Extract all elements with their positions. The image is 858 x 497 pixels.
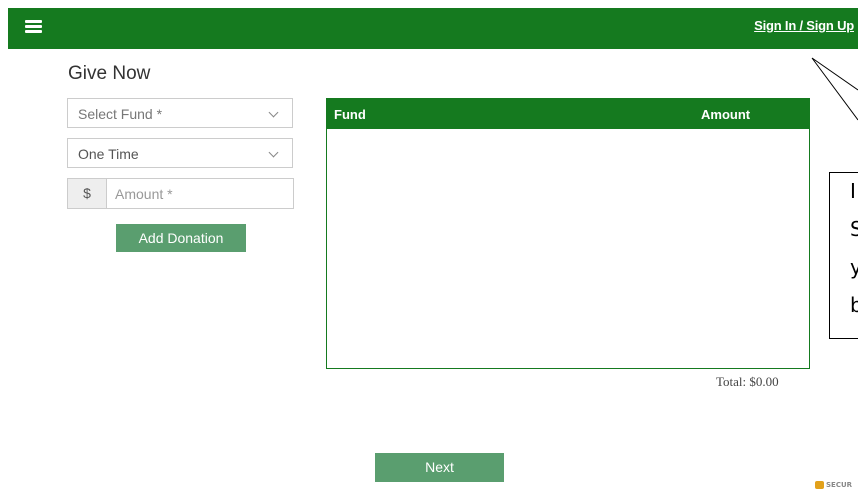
callout-line-2: S [850, 217, 858, 241]
lock-icon [815, 481, 824, 489]
callout-pointer [811, 57, 858, 121]
callout-tooltip: I S y b [829, 172, 858, 339]
secure-badge-text: SECUR [826, 481, 853, 489]
callout-line-1: I [850, 179, 856, 203]
callout-line-4: b [850, 293, 858, 317]
callout-line-3: y [850, 255, 858, 279]
secure-badge: SECUR [815, 478, 852, 494]
